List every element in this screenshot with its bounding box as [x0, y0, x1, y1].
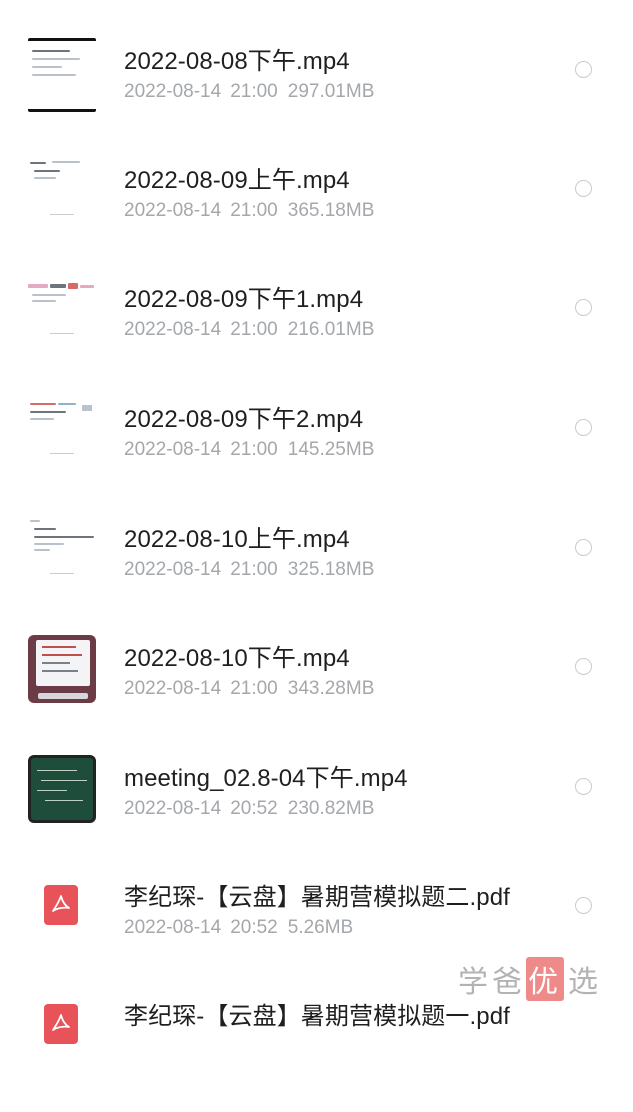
file-name: meeting_02.8-04下午.mp4	[124, 765, 408, 792]
file-time: 21:00	[230, 81, 278, 102]
file-time: 21:00	[230, 200, 278, 221]
file-time: 21:00	[230, 559, 278, 580]
radio-circle-icon[interactable]	[575, 180, 592, 197]
radio-circle-icon[interactable]	[575, 539, 592, 556]
file-size: 216.01MB	[287, 319, 375, 340]
file-row[interactable]: 2022-08-09下午1.mp4 2022-08-14 21:00 216.01M…	[0, 276, 633, 395]
video-thumbnail	[28, 157, 96, 225]
file-meta: 2022-08-14 20:52 230.82MB	[124, 798, 374, 820]
file-date: 2022-08-14	[124, 81, 222, 102]
file-date: 2022-08-14	[124, 559, 222, 580]
video-thumbnail	[28, 396, 96, 464]
file-row[interactable]: 2022-08-09下午2.mp4 2022-08-14 21:00 145.25M…	[0, 396, 633, 515]
file-time: 21:00	[230, 439, 278, 460]
file-time: 21:00	[230, 678, 278, 699]
file-size: 145.25MB	[287, 439, 375, 460]
file-name: 2022-08-09下午2.mp4	[124, 406, 364, 433]
file-size: 365.18MB	[287, 200, 375, 221]
radio-circle-icon[interactable]	[575, 897, 592, 914]
file-meta: 2022-08-14 20:52 5.26MB	[124, 917, 353, 939]
file-meta: 2022-08-14 21:00 343.28MB	[124, 678, 374, 700]
video-thumbnail	[28, 516, 96, 584]
video-thumbnail	[28, 755, 96, 823]
radio-circle-icon[interactable]	[575, 778, 592, 795]
file-date: 2022-08-14	[124, 917, 222, 938]
file-date: 2022-08-14	[124, 798, 222, 819]
file-date: 2022-08-14	[124, 678, 222, 699]
video-thumbnail	[28, 38, 96, 112]
file-date: 2022-08-14	[124, 439, 222, 460]
watermark-text: 选	[568, 965, 602, 1000]
radio-circle-icon[interactable]	[575, 658, 592, 675]
file-size: 230.82MB	[287, 798, 375, 819]
file-row[interactable]: 2022-08-08下午.mp4 2022-08-14 21:00 297.01MB	[0, 38, 633, 157]
radio-circle-icon[interactable]	[575, 61, 592, 78]
file-time: 21:00	[230, 319, 278, 340]
file-row[interactable]: 2022-08-10上午.mp4 2022-08-14 21:00 325.18MB	[0, 516, 633, 635]
file-row[interactable]: 2022-08-09上午.mp4 2022-08-14 21:00 365.18MB	[0, 157, 633, 276]
file-name: 2022-08-09下午1.mp4	[124, 286, 364, 313]
watermark: 学爸优选	[458, 957, 602, 1001]
file-date: 2022-08-14	[124, 319, 222, 340]
file-meta: 2022-08-14 21:00 145.25MB	[124, 439, 374, 461]
file-size: 297.01MB	[287, 81, 375, 102]
file-meta: 2022-08-14 21:00 325.18MB	[124, 559, 374, 581]
pdf-icon	[44, 1004, 78, 1044]
file-time: 20:52	[230, 917, 278, 938]
file-name: 2022-08-10下午.mp4	[124, 645, 350, 672]
file-name: 李纪琛-【云盘】暑期营模拟题一.pdf	[124, 1003, 510, 1030]
watermark-highlight: 优	[526, 957, 564, 1001]
file-meta: 2022-08-14 21:00 365.18MB	[124, 200, 374, 222]
video-thumbnail	[28, 635, 96, 703]
file-name: 李纪琛-【云盘】暑期营模拟题二.pdf	[124, 884, 510, 911]
file-row[interactable]: meeting_02.8-04下午.mp4 2022-08-14 20:52 230…	[0, 755, 633, 874]
file-name: 2022-08-10上午.mp4	[124, 526, 350, 553]
pdf-icon	[44, 885, 78, 925]
file-name: 2022-08-08下午.mp4	[124, 48, 350, 75]
radio-circle-icon[interactable]	[575, 419, 592, 436]
file-meta: 2022-08-14 21:00 216.01MB	[124, 319, 374, 341]
file-size: 5.26MB	[287, 917, 354, 938]
radio-circle-icon[interactable]	[575, 299, 592, 316]
file-name: 2022-08-09上午.mp4	[124, 167, 350, 194]
file-row[interactable]: 2022-08-10下午.mp4 2022-08-14 21:00 343.28MB	[0, 635, 633, 754]
file-size: 343.28MB	[287, 678, 375, 699]
video-thumbnail	[28, 276, 96, 344]
file-time: 20:52	[230, 798, 278, 819]
file-date: 2022-08-14	[124, 200, 222, 221]
watermark-text: 学爸	[458, 965, 526, 1000]
file-row[interactable]: 李纪琛-【云盘】暑期营模拟题一.pdf	[0, 993, 633, 1112]
file-meta: 2022-08-14 21:00 297.01MB	[124, 81, 374, 103]
file-size: 325.18MB	[287, 559, 375, 580]
